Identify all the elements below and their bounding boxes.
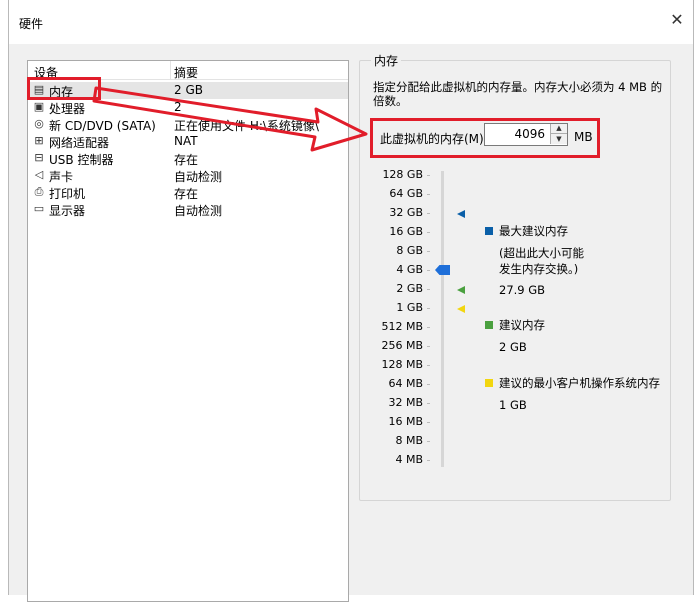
scale-tick (427, 365, 430, 366)
scale-label: 32 MB (388, 396, 423, 409)
cd-dvd-icon: ◎ (34, 117, 44, 130)
scale-label: 128 GB (382, 168, 423, 181)
title-bar: 硬件 ✕ (9, 0, 693, 44)
scale-label: 32 GB (389, 206, 423, 219)
min-recommended-label: 建议的最小客户机操作系统内存 (499, 376, 660, 390)
max-recommended-note-2: 发生内存交换。) (499, 262, 579, 276)
scale-tick (427, 422, 430, 423)
scale-tick (427, 460, 430, 461)
scale-tick (427, 346, 430, 347)
device-summary: 2 (174, 100, 182, 114)
scale-label: 16 MB (388, 415, 423, 428)
recommended-label: 建议内存 (499, 318, 545, 332)
min-recommended-value: 1 GB (499, 398, 527, 412)
device-name: 网络适配器 (49, 136, 110, 150)
printer-icon: ⎙ (34, 185, 44, 198)
memory-slider-track[interactable] (441, 171, 444, 467)
hardware-dialog: 硬件 ✕ 设备 摘要 ▤ 内存 2 GB ▣ 处理器 2 ◎ 新 CD/DVD (8, 0, 694, 602)
scale-label: 1 GB (396, 301, 423, 314)
list-item-sound-card[interactable]: ◁ 声卡 自动检测 (28, 167, 348, 184)
display-icon: ▭ (33, 202, 45, 215)
device-list: 设备 摘要 ▤ 内存 2 GB ▣ 处理器 2 ◎ 新 CD/DVD (SATA… (27, 60, 349, 602)
device-name: 处理器 (49, 102, 86, 116)
scale-tick (427, 232, 430, 233)
scale-label: 2 GB (396, 282, 423, 295)
scale-tick (427, 384, 430, 385)
scale-tick (427, 327, 430, 328)
max-recommended-note-1: (超出此大小可能 (499, 246, 584, 260)
device-summary: 自动检测 (174, 170, 223, 184)
scale-label: 64 MB (388, 377, 423, 390)
device-summary: NAT (174, 134, 198, 148)
device-name: 新 CD/DVD (SATA) (49, 119, 156, 133)
window-title: 硬件 (19, 17, 44, 31)
max-recommended-label: 最大建议内存 (499, 224, 568, 238)
scale-label: 8 MB (395, 434, 423, 447)
device-name: 打印机 (49, 187, 86, 201)
device-summary: 2 GB (174, 83, 203, 97)
scale-tick (427, 308, 430, 309)
scale-label: 16 GB (389, 225, 423, 238)
close-icon[interactable]: ✕ (669, 12, 685, 28)
device-summary: 存在 (174, 187, 199, 201)
device-name: USB 控制器 (49, 153, 114, 167)
device-summary: 正在使用文件 H:\系统镜像\ (174, 119, 319, 133)
device-summary: 存在 (174, 153, 199, 167)
memory-group-title: 内存 (371, 52, 402, 69)
memory-description: 指定分配给此虚拟机的内存量。内存大小必须为 4 MB 的倍数。 (373, 80, 663, 108)
column-header-summary[interactable]: 摘要 (174, 64, 198, 81)
annotation-box-memory-item (27, 77, 101, 100)
list-item-display[interactable]: ▭ 显示器 自动检测 (28, 201, 348, 218)
scale-tick (427, 213, 430, 214)
recommended-value: 2 GB (499, 340, 527, 354)
sound-card-icon: ◁ (34, 168, 44, 181)
scale-tick (427, 270, 430, 271)
scale-tick (427, 175, 430, 176)
list-item-printer[interactable]: ⎙ 打印机 存在 (28, 184, 348, 201)
list-item-usb[interactable]: ⊟ USB 控制器 存在 (28, 150, 348, 167)
min-recommended-swatch-icon (485, 379, 493, 387)
scale-tick (427, 403, 430, 404)
device-summary: 自动检测 (174, 204, 223, 218)
max-recommended-value: 27.9 GB (499, 283, 546, 297)
scale-label: 8 GB (396, 244, 423, 257)
scale-label: 4 GB (396, 263, 423, 276)
scale-tick (427, 194, 430, 195)
scale-tick (427, 441, 430, 442)
scale-label: 4 MB (395, 453, 423, 466)
recommended-swatch-icon (485, 321, 493, 329)
scale-label: 512 MB (381, 320, 423, 333)
list-item-processor[interactable]: ▣ 处理器 2 (28, 99, 348, 116)
min-recommended-marker-icon (457, 305, 465, 313)
list-item-cd-dvd[interactable]: ◎ 新 CD/DVD (SATA) 正在使用文件 H:\系统镜像\ (28, 116, 348, 133)
recommended-marker-icon (457, 286, 465, 294)
scale-label: 128 MB (381, 358, 423, 371)
column-divider[interactable] (170, 61, 171, 79)
list-item-network-adapter[interactable]: ⊞ 网络适配器 NAT (28, 133, 348, 150)
max-recommended-swatch-icon (485, 227, 493, 235)
processor-icon: ▣ (33, 100, 45, 113)
device-name: 声卡 (49, 170, 74, 184)
annotation-box-memory-field (370, 118, 600, 158)
device-name: 显示器 (49, 204, 86, 218)
network-adapter-icon: ⊞ (34, 134, 44, 147)
scale-label: 256 MB (381, 339, 423, 352)
scale-tick (427, 289, 430, 290)
scale-label: 64 GB (389, 187, 423, 200)
max-recommended-marker-icon (457, 210, 465, 218)
scale-tick (427, 251, 430, 252)
usb-icon: ⊟ (34, 151, 44, 164)
